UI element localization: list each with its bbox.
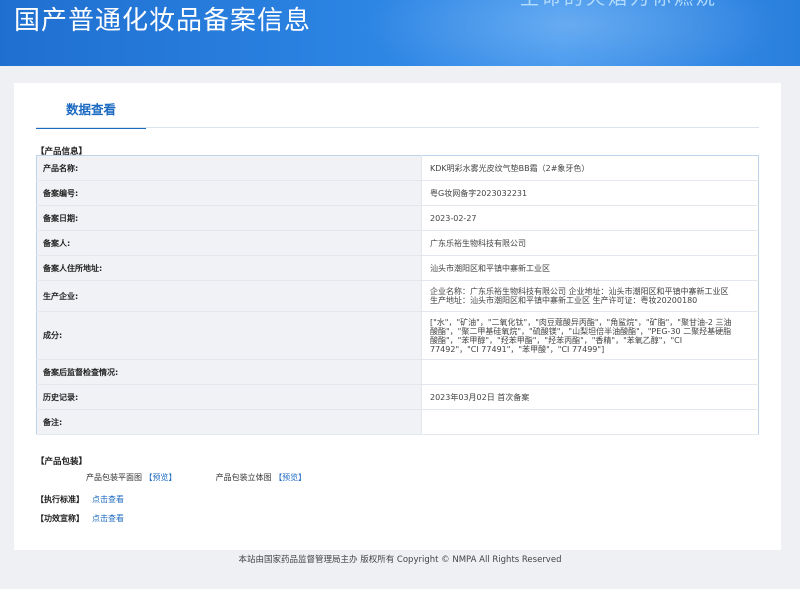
row-value	[421, 359, 759, 385]
row-label: 备案人:	[36, 230, 422, 256]
row-value: ["水"，"矿油"，"二氧化钛"，"肉豆蔻酸异丙酯"，"角鲨烷"，"矿脂"，"聚…	[421, 311, 759, 360]
flat-image-label: 产品包装平面图	[86, 473, 142, 482]
row-value: 2023年03月02日 首次备案	[421, 384, 759, 410]
table-row: 备注:	[36, 409, 759, 435]
efficacy-view-link[interactable]: 点击查看	[92, 514, 124, 523]
row-value: 2023-02-27	[421, 205, 759, 231]
header-banner: 国产普通化妆品备案信息 生命的火焰为你燃烧	[0, 0, 800, 66]
table-row: 历史记录: 2023年03月02日 首次备案	[36, 384, 759, 410]
page-title: 国产普通化妆品备案信息	[14, 6, 312, 36]
row-label: 生产企业:	[36, 280, 422, 312]
row-label: 产品名称:	[36, 155, 422, 181]
row-label: 备案日期:	[36, 205, 422, 231]
row-value: 汕头市潮阳区和平镇中寨新工业区	[421, 255, 759, 281]
tab-data-view[interactable]: 数据查看	[36, 97, 146, 129]
solid-image-preview-link[interactable]: 【预览】	[274, 472, 306, 483]
row-label: 备案后监督检查情况:	[36, 359, 422, 385]
table-row: 生产企业: 企业名称：广东乐裕生物科技有限公司 企业地址：汕头市潮阳区和平镇中寨…	[36, 280, 759, 312]
solid-image-label: 产品包装立体图	[215, 473, 272, 482]
table-row: 成分: ["水"，"矿油"，"二氧化钛"，"肉豆蔻酸异丙酯"，"角鲨烷"，"矿脂…	[36, 311, 759, 360]
standard-row: 【执行标准】 点击查看	[36, 494, 124, 505]
row-label: 备案人住所地址:	[36, 255, 422, 281]
table-row: 备案人住所地址: 汕头市潮阳区和平镇中寨新工业区	[36, 255, 759, 281]
section-packaging: 【产品包装】	[36, 457, 88, 467]
row-label: 备案编号:	[36, 180, 422, 206]
table-row: 备案人: 广东乐裕生物科技有限公司	[36, 230, 759, 256]
efficacy-label: 【功效宣称】	[36, 514, 84, 523]
efficacy-row: 【功效宣称】 点击查看	[36, 513, 124, 524]
row-value: 粤G妆网备字2023032231	[421, 180, 759, 206]
row-value: 广东乐裕生物科技有限公司	[421, 230, 759, 256]
tab-divider	[36, 127, 759, 128]
row-label: 历史记录:	[36, 384, 422, 410]
row-value: 企业名称：广东乐裕生物科技有限公司 企业地址：汕头市潮阳区和平镇中寨新工业区 生…	[421, 280, 759, 312]
row-value	[421, 409, 759, 435]
product-info-table: 产品名称: KDK明彩水雾光皮纹气垫BB霜（2#象牙色） 备案编号: 粤G妆网备…	[36, 155, 759, 435]
table-row: 备案日期: 2023-02-27	[36, 205, 759, 231]
footer-copyright: 本站由国家药品监督管理局主办 版权所有 Copyright © NMPA All…	[238, 555, 562, 565]
row-label: 备注:	[36, 409, 422, 435]
row-label: 成分:	[36, 311, 422, 360]
table-row: 备案编号: 粤G妆网备字2023032231	[36, 180, 759, 206]
packaging-row: 产品包装平面图 【预览】 产品包装立体图 【预览】	[86, 472, 306, 483]
row-value: KDK明彩水雾光皮纹气垫BB霜（2#象牙色）	[421, 155, 759, 181]
table-row: 产品名称: KDK明彩水雾光皮纹气垫BB霜（2#象牙色）	[36, 155, 759, 181]
content-card: 数据查看 【产品信息】 产品名称: KDK明彩水雾光皮纹气垫BB霜（2#象牙色）…	[14, 83, 781, 550]
table-row: 备案后监督检查情况:	[36, 359, 759, 385]
flat-image-preview-link[interactable]: 【预览】	[145, 472, 177, 483]
banner-slogan: 生命的火焰为你燃烧	[520, 0, 718, 10]
standard-view-link[interactable]: 点击查看	[92, 495, 124, 504]
standard-label: 【执行标准】	[36, 495, 84, 504]
